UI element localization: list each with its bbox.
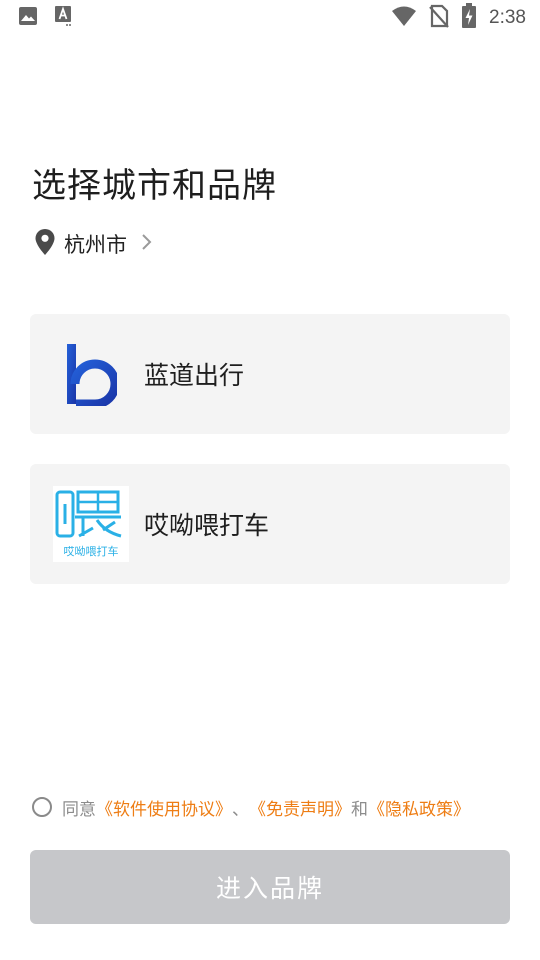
page-title: 选择城市和品牌 [32,166,277,206]
status-right: 2:38 [391,3,526,33]
aiyouwei-logo-text: 哎呦喂打车 [64,544,119,558]
screen: 2:38 选择城市和品牌 杭州市 蓝道出行 哎呦喂打车 哎呦喂打车 同意 《软件… [0,0,540,960]
agree-prefix: 同意 [62,799,96,820]
chevron-right-icon [141,232,153,256]
status-time: 2:38 [489,7,526,28]
status-bar: 2:38 [0,0,540,36]
battery-charging-icon [461,3,477,33]
brand-card-aiyouwei[interactable]: 哎呦喂打车 哎呦喂打车 [30,464,510,584]
enter-brand-button[interactable]: 进入品牌 [30,850,510,924]
agree-radio[interactable] [32,797,52,817]
location-pin-icon [34,228,56,260]
agree-separator: 、 [232,799,249,820]
wifi-icon [391,5,417,31]
brand-card-landao[interactable]: 蓝道出行 [30,314,510,434]
landao-logo [53,336,129,412]
brand-name: 蓝道出行 [144,361,245,390]
brand-name: 哎呦喂打车 [144,511,270,540]
status-left [18,5,74,31]
city-name: 杭州市 [64,233,127,257]
a-badge-icon [54,5,74,31]
image-icon [18,6,38,30]
privacy-policy-link[interactable]: 《隐私政策》 [368,795,470,820]
disclaimer-link[interactable]: 《免责声明》 [249,795,351,820]
city-selector[interactable]: 杭州市 [34,228,153,260]
aiyouwei-logo: 哎呦喂打车 [53,486,129,562]
agreement-row: 同意 《软件使用协议》 、 《免责声明》 和 《隐私政策》 [32,794,470,820]
agree-conjunction: 和 [351,799,368,820]
software-agreement-link[interactable]: 《软件使用协议》 [96,795,232,820]
no-sim-icon [429,4,449,32]
